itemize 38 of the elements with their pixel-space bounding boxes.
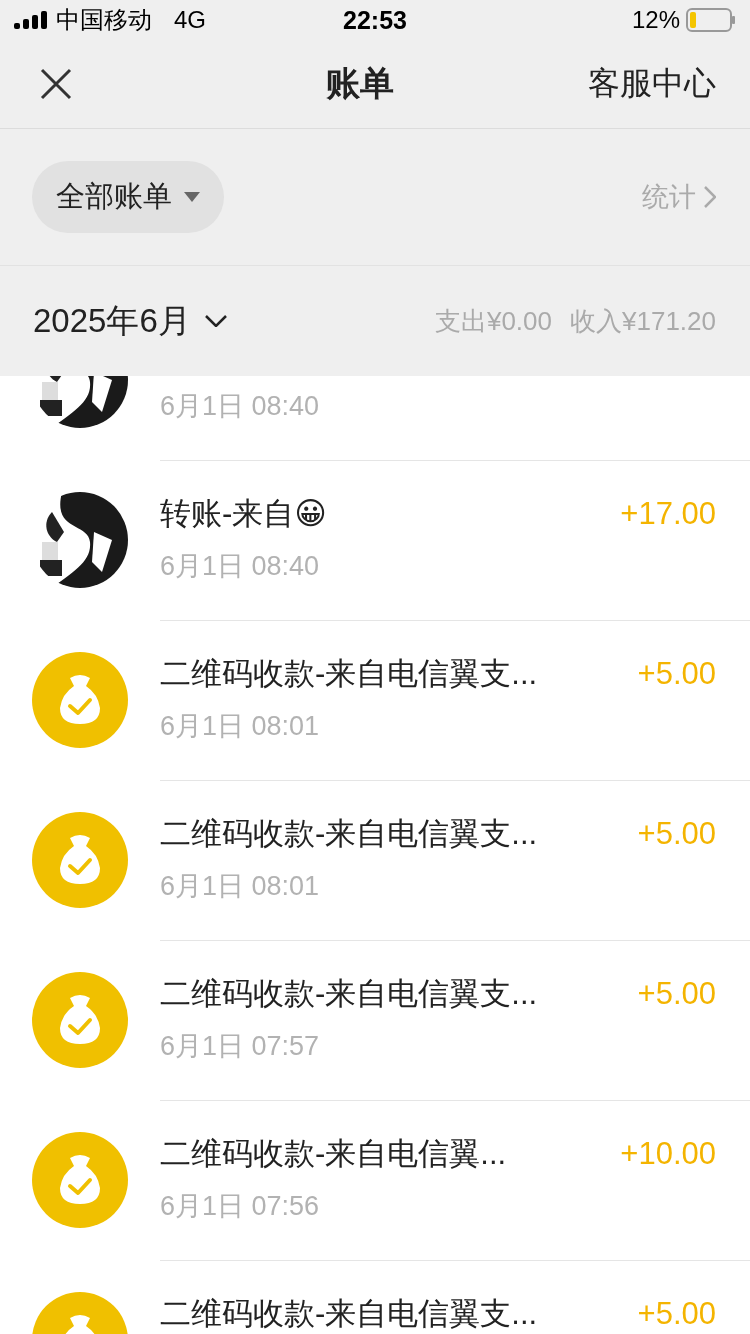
money-bag-icon <box>32 972 128 1068</box>
transaction-amount: +5.00 <box>637 975 716 1012</box>
transaction-title: 二维码收款-来自电信翼支... <box>160 814 538 853</box>
network-type: 4G <box>174 6 206 34</box>
transaction-amount: +5.00 <box>637 655 716 692</box>
battery-icon <box>686 8 736 32</box>
transaction-title: 二维码收款-来自电信翼... <box>160 1134 507 1173</box>
page-title: 账单 <box>326 63 394 104</box>
money-bag-icon <box>32 652 128 748</box>
transaction-time: 6月1日 08:40 <box>160 389 321 423</box>
transaction-time: 6月1日 08:01 <box>160 709 321 743</box>
transaction-time: 6月1日 07:56 <box>160 1189 321 1223</box>
transaction-title: 二维码收款-来自电信翼支... <box>160 1295 538 1333</box>
income-total: 收入¥171.20 <box>570 304 716 338</box>
close-icon[interactable] <box>40 68 72 100</box>
transaction-title: 二维码收款-来自电信翼支... <box>160 654 538 693</box>
carrier-name: 中国移动 <box>56 5 152 35</box>
chevron-right-icon <box>704 186 716 208</box>
transaction-time: 6月1日 08:40 <box>160 549 321 583</box>
money-bag-icon <box>32 1132 128 1228</box>
transaction-time: 6月1日 08:01 <box>160 869 321 903</box>
expense-total: 支出¥0.00 <box>434 304 552 338</box>
clock: 22:53 <box>343 5 407 35</box>
battery-percent: 12% <box>631 6 680 34</box>
transaction-title: 二维码收款-来自电信翼支... <box>160 974 538 1013</box>
money-bag-icon <box>32 812 128 908</box>
transaction-time: 6月1日 07:57 <box>160 1029 321 1063</box>
signal-icon <box>14 11 48 29</box>
transaction-title: 转账-来自😀 <box>160 494 327 533</box>
customer-service-link[interactable]: 客服中心 <box>588 62 716 106</box>
transaction-amount: +17.00 <box>620 495 716 532</box>
transaction-amount: +10.00 <box>620 1135 716 1172</box>
chevron-down-icon <box>204 315 227 327</box>
month-selector[interactable]: 2025年6月 <box>33 298 227 344</box>
bill-filter-button[interactable]: 全部账单 <box>32 161 224 233</box>
caret-icon <box>184 192 200 202</box>
transaction-amount: +5.00 <box>637 1296 716 1332</box>
transaction-amount: +5.00 <box>637 815 716 852</box>
